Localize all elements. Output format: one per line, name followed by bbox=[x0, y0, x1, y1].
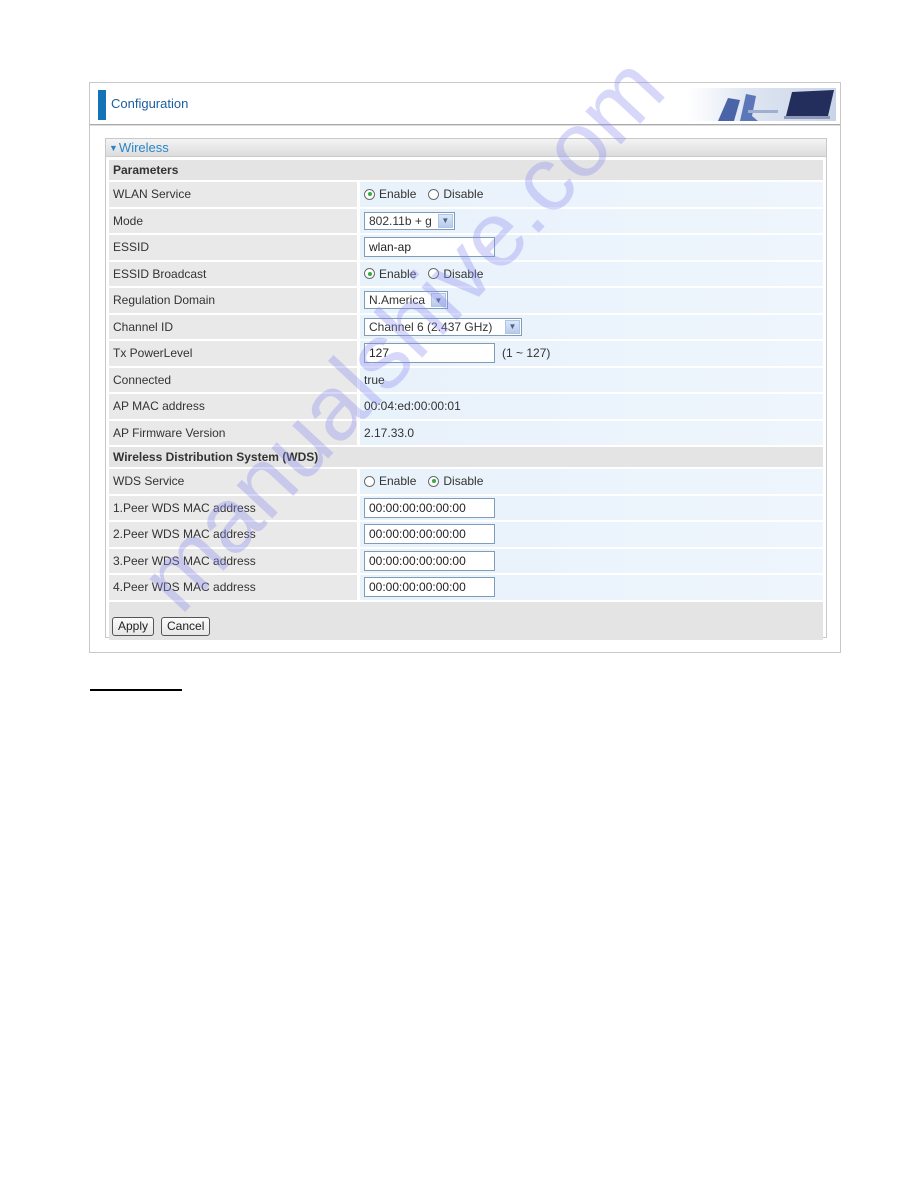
chevron-down-icon: ▼ bbox=[431, 293, 447, 308]
essid-broadcast-disable-radio[interactable]: Disable bbox=[428, 267, 483, 281]
wlan-service-enable-radio[interactable]: Enable bbox=[364, 187, 416, 201]
connected-value: true bbox=[360, 367, 823, 392]
wds-service-disable-radio[interactable]: Disable bbox=[428, 474, 483, 488]
ap-mac-value: 00:04:ed:00:00:01 bbox=[360, 394, 823, 419]
chevron-down-icon: ▼ bbox=[437, 213, 453, 228]
chevron-down-icon: ▼ bbox=[505, 319, 520, 334]
regulation-domain-select[interactable]: N.America ▼ bbox=[364, 291, 449, 310]
row-channel-id: Channel ID Channel 6 (2.437 GHz) ▼ bbox=[109, 314, 823, 339]
wireless-panel: ▼Wireless Parameters WLAN Service Enable… bbox=[105, 138, 827, 640]
label-ap-firmware: AP Firmware Version bbox=[109, 420, 357, 445]
section-parameters: Parameters bbox=[109, 160, 823, 180]
tx-power-input[interactable]: 127 bbox=[364, 343, 495, 364]
essid-input[interactable]: wlan-ap bbox=[364, 237, 495, 258]
row-peer-wds-mac: 4.Peer WDS MAC address 00:00:00:00:00:00 bbox=[109, 575, 823, 600]
apply-button[interactable]: Apply bbox=[112, 616, 155, 636]
page-title: Configuration bbox=[111, 96, 189, 111]
settings-table: Parameters WLAN Service Enable Disable M… bbox=[106, 157, 826, 640]
label-wds-service: WDS Service bbox=[109, 469, 357, 494]
banner: Configuration bbox=[90, 83, 840, 124]
tx-power-range-hint: (1 ~ 127) bbox=[502, 346, 551, 361]
peer-3-mac-input[interactable]: 00:00:00:00:00:00 bbox=[364, 550, 495, 571]
row-peer-wds-mac: 3.Peer WDS MAC address 00:00:00:00:00:00 bbox=[109, 548, 823, 573]
row-mode: Mode 802.11b + g ▼ bbox=[109, 208, 823, 233]
wds-service-enable-radio[interactable]: Enable bbox=[364, 474, 416, 488]
wlan-service-disable-radio[interactable]: Disable bbox=[428, 187, 483, 201]
row-peer-wds-mac: 1.Peer WDS MAC address 00:00:00:00:00:00 bbox=[109, 495, 823, 520]
panel-title: Wireless bbox=[118, 140, 169, 155]
row-ap-mac: AP MAC address 00:04:ed:00:00:01 bbox=[109, 394, 823, 419]
wireless-panel-header[interactable]: ▼Wireless bbox=[106, 139, 826, 157]
row-regulation-domain: Regulation Domain N.America ▼ bbox=[109, 288, 823, 313]
configuration-frame: Configuration ▼Wireless Parameters WLAN … bbox=[89, 82, 841, 653]
label-mode: Mode bbox=[109, 208, 357, 233]
label-peer-2: 2.Peer WDS MAC address bbox=[109, 522, 357, 547]
label-peer-4: 4.Peer WDS MAC address bbox=[109, 575, 357, 600]
radio-selected-icon bbox=[364, 268, 375, 280]
cancel-button[interactable]: Cancel bbox=[161, 616, 211, 636]
label-connected: Connected bbox=[109, 367, 357, 392]
channel-id-select[interactable]: Channel 6 (2.437 GHz) ▼ bbox=[364, 317, 522, 336]
office-chairs-monitor-banner-image bbox=[688, 88, 836, 121]
peer-1-mac-input[interactable]: 00:00:00:00:00:00 bbox=[364, 497, 495, 518]
button-bar: Apply Cancel bbox=[109, 601, 823, 640]
ap-firmware-value: 2.17.33.0 bbox=[360, 420, 823, 445]
heading-underline bbox=[90, 689, 182, 691]
label-channel-id: Channel ID bbox=[109, 314, 357, 339]
row-essid-broadcast: ESSID Broadcast Enable Disable bbox=[109, 261, 823, 286]
triangle-down-icon: ▼ bbox=[109, 143, 118, 153]
row-peer-wds-mac: 2.Peer WDS MAC address 00:00:00:00:00:00 bbox=[109, 522, 823, 547]
row-tx-power: Tx PowerLevel 127 (1 ~ 127) bbox=[109, 341, 823, 366]
banner-divider bbox=[90, 124, 840, 126]
label-wlan-service: WLAN Service bbox=[109, 182, 357, 207]
banner-accent-bar bbox=[98, 90, 106, 120]
label-regulation-domain: Regulation Domain bbox=[109, 288, 357, 313]
label-tx-power: Tx PowerLevel bbox=[109, 341, 357, 366]
essid-broadcast-enable-radio[interactable]: Enable bbox=[364, 267, 416, 281]
peer-4-mac-input[interactable]: 00:00:00:00:00:00 bbox=[364, 577, 495, 598]
peer-2-mac-input[interactable]: 00:00:00:00:00:00 bbox=[364, 524, 495, 545]
radio-selected-icon bbox=[364, 188, 375, 200]
row-connected: Connected true bbox=[109, 367, 823, 392]
row-essid: ESSID wlan-ap bbox=[109, 235, 823, 260]
row-wds-service: WDS Service Enable Disable bbox=[109, 469, 823, 494]
row-ap-firmware: AP Firmware Version 2.17.33.0 bbox=[109, 420, 823, 445]
label-essid: ESSID bbox=[109, 235, 357, 260]
row-wlan-service: WLAN Service Enable Disable bbox=[109, 182, 823, 207]
radio-unselected-icon bbox=[428, 188, 440, 200]
label-essid-broadcast: ESSID Broadcast bbox=[109, 261, 357, 286]
section-wds: Wireless Distribution System (WDS) bbox=[109, 447, 823, 467]
label-ap-mac: AP MAC address bbox=[109, 394, 357, 419]
label-peer-1: 1.Peer WDS MAC address bbox=[109, 495, 357, 520]
radio-unselected-icon bbox=[428, 268, 440, 280]
label-peer-3: 3.Peer WDS MAC address bbox=[109, 548, 357, 573]
radio-selected-icon bbox=[428, 475, 440, 487]
radio-unselected-icon bbox=[364, 475, 375, 487]
mode-select[interactable]: 802.11b + g ▼ bbox=[364, 211, 455, 230]
